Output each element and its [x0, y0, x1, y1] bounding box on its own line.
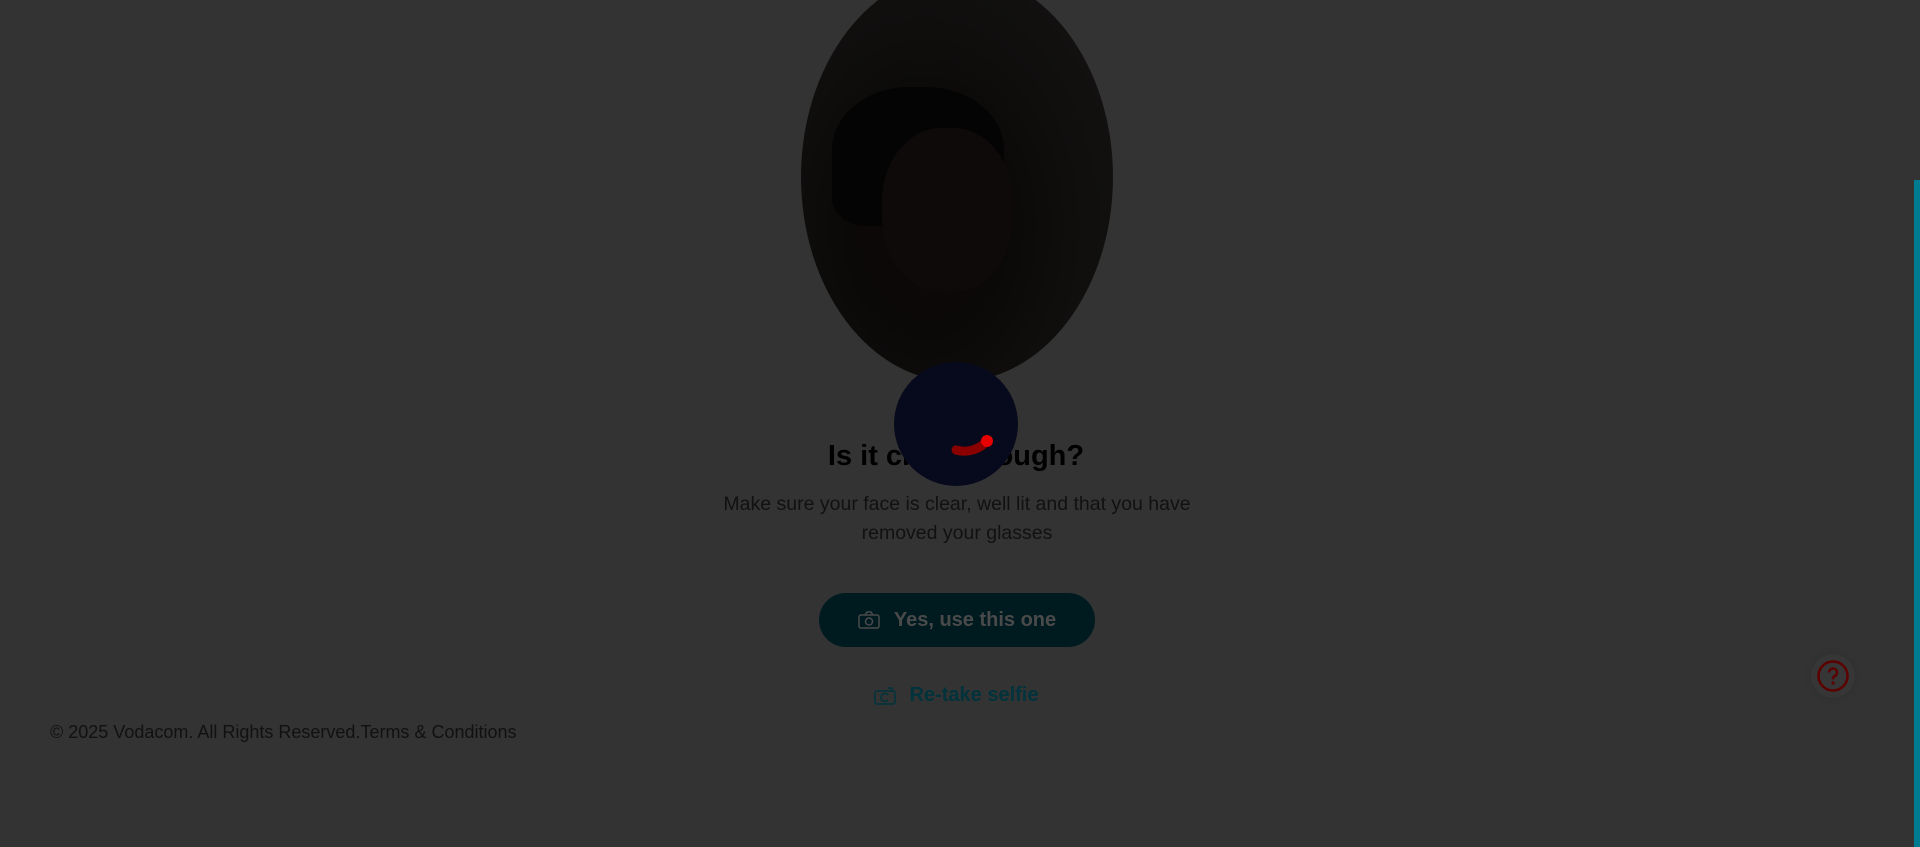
- terms-link[interactable]: Terms & Conditions: [360, 722, 516, 742]
- footer: © 2025 Vodacom. All Rights Reserved.Term…: [50, 722, 517, 743]
- loading-spinner: [894, 362, 1018, 486]
- camera-icon: [858, 611, 880, 629]
- retake-selfie-label: Re-take selfie: [909, 684, 1039, 706]
- selfie-face: [882, 127, 1014, 292]
- scrollbar-thumb[interactable]: [1914, 180, 1920, 847]
- retake-selfie-button[interactable]: Re-take selfie: [0, 684, 1912, 707]
- spinner-arc-icon: [951, 435, 993, 456]
- use-selfie-button[interactable]: Yes, use this one: [819, 593, 1095, 647]
- copyright-text: © 2025 Vodacom. All Rights Reserved.: [50, 722, 361, 742]
- question-circle-icon: [1817, 660, 1849, 692]
- camera-retake-icon: [873, 686, 896, 705]
- selfie-preview: [801, 0, 1113, 382]
- use-selfie-label: Yes, use this one: [893, 608, 1057, 631]
- page-subtitle: Make sure your face is clear, well lit a…: [723, 493, 1191, 544]
- scrollbar[interactable]: [1914, 0, 1920, 847]
- help-button[interactable]: [1811, 654, 1855, 698]
